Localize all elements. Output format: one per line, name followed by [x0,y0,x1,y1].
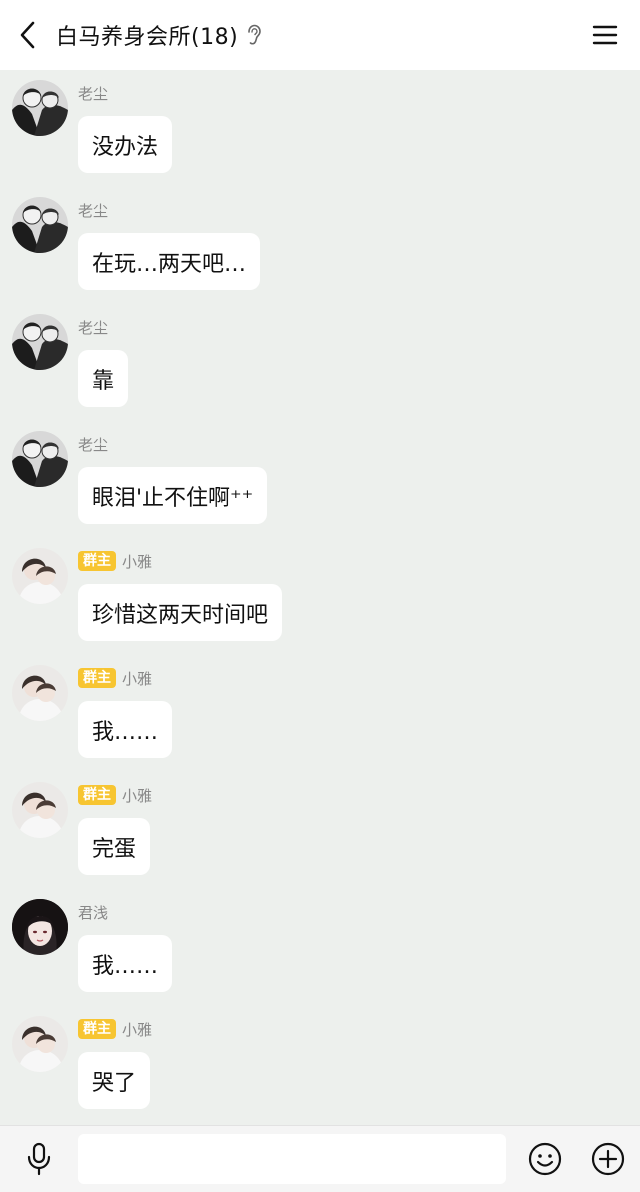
owner-badge: 群主 [78,1019,116,1039]
message-bubble[interactable]: 眼泪'止不住啊⁺⁺ [78,467,268,524]
message-bubble[interactable]: 珍惜这两天时间吧 [78,584,283,641]
title-area: 白马养身会所(18) [56,19,570,51]
avatar-laochen[interactable] [12,80,68,136]
message-meta: 君浅 [78,901,108,923]
message-bubble[interactable]: 哭了 [78,1052,151,1109]
avatar-xiaoya[interactable] [12,782,68,838]
plus-circle-icon [591,1142,625,1176]
avatar-laochen[interactable] [12,197,68,253]
message-bubble[interactable]: 我…… [78,935,173,992]
message-meta: 老尘 [78,433,108,455]
avatar-xiaoya[interactable] [12,665,68,721]
avatar-laochen[interactable] [12,431,68,487]
header-bar: 白马养身会所(18) [0,0,640,70]
avatar-junqian[interactable] [12,899,68,955]
emoji-button[interactable] [510,1126,580,1192]
sender-name: 老尘 [78,84,109,103]
sender-name: 小雅 [122,552,153,571]
message-item: 群主 小雅 完蛋 [0,772,640,889]
message-bubble[interactable]: 我…… [78,701,173,758]
message-bubble[interactable]: 完蛋 [78,818,151,875]
message-item: 君浅 我…… [0,889,640,1006]
message-meta: 群主 小雅 [78,1018,152,1040]
message-item: 老尘 在玩…两天吧… [0,187,640,304]
avatar-xiaoya[interactable] [12,548,68,604]
sender-name: 老尘 [78,435,109,454]
sender-name: 小雅 [122,1020,153,1039]
group-title: 白马养身会所(18) [56,25,239,50]
message-meta: 群主 小雅 [78,550,152,572]
smiley-icon [528,1142,562,1176]
chevron-left-icon [20,21,35,49]
message-meta: 老尘 [78,316,108,338]
message-meta: 老尘 [78,82,108,104]
avatar-xiaoya[interactable] [12,1016,68,1072]
message-bubble[interactable]: 靠 [78,350,129,407]
microphone-icon [27,1142,51,1176]
back-button[interactable] [0,0,56,70]
sender-name: 君浅 [78,903,109,922]
message-item: 群主 小雅 哭了 [0,1006,640,1123]
composer-bar [0,1125,640,1192]
sender-name: 小雅 [122,669,153,688]
sender-name: 老尘 [78,201,109,220]
ear-icon[interactable] [246,24,262,46]
message-input[interactable] [78,1134,506,1184]
message-item: 老尘 眼泪'止不住啊⁺⁺ [0,421,640,538]
message-meta: 群主 小雅 [78,784,152,806]
message-item: 群主 小雅 珍惜这两天时间吧 [0,538,640,655]
menu-button[interactable] [570,0,640,70]
message-meta: 老尘 [78,199,108,221]
message-bubble[interactable]: 在玩…两天吧… [78,233,261,290]
owner-badge: 群主 [78,551,116,571]
message-list[interactable]: 老尘 没办法 老尘 在玩…两天吧… 老尘 靠 老尘 眼泪'止不住啊⁺⁺ 群主 小… [0,70,640,1125]
owner-badge: 群主 [78,668,116,688]
message-item: 群主 小雅 我…… [0,655,640,772]
hamburger-menu-icon [592,25,618,45]
message-bubble[interactable]: 没办法 [78,116,173,173]
avatar-laochen[interactable] [12,314,68,370]
more-button[interactable] [580,1126,636,1192]
chat-screen: 白马养身会所(18) 老尘 没办法 老尘 在玩…两天吧… 老尘 靠 老尘 眼泪'… [0,0,640,1192]
message-item: 老尘 靠 [0,304,640,421]
message-item: 老尘 没办法 [0,70,640,187]
voice-button[interactable] [0,1126,78,1192]
message-meta: 群主 小雅 [78,667,152,689]
owner-badge: 群主 [78,785,116,805]
sender-name: 老尘 [78,318,109,337]
sender-name: 小雅 [122,786,153,805]
